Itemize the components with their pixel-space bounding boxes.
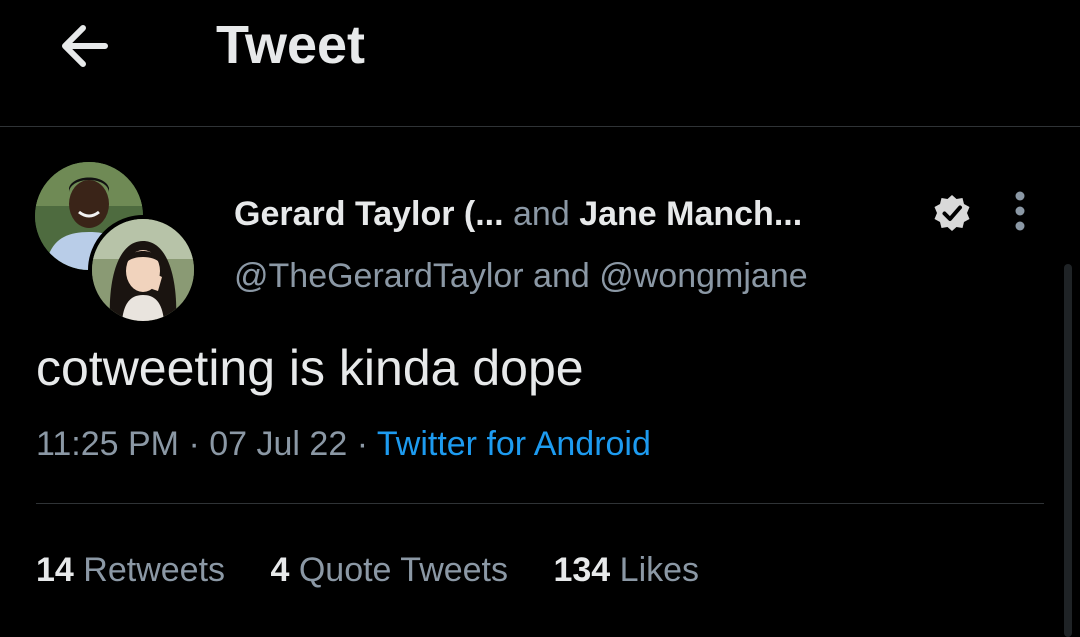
stat-likes[interactable]: 134 Likes [553,548,699,592]
retweet-label: Retweets [83,551,226,589]
tweet-source-link[interactable]: Twitter for Android [377,425,651,463]
meta-separator: · [188,425,200,463]
scrollbar[interactable] [1064,264,1072,637]
quote-tweet-label: Quote Tweets [298,551,509,589]
avatar-image [92,219,194,321]
top-app-bar: Tweet [0,0,1080,127]
tweet-authors[interactable]: Gerard Taylor (... and Jane Manch... [234,192,802,236]
retweet-count: 14 [36,551,74,589]
author-handles[interactable]: @TheGerardTaylor and @wongmjane [234,254,808,298]
author-name-secondary[interactable]: Jane Manch... [579,195,802,233]
stat-quote-tweets[interactable]: 4 Quote Tweets [270,548,508,592]
meta-separator: · [356,425,369,463]
author-joiner: and [513,195,570,233]
tweet-time[interactable]: 11:25 PM [36,425,179,463]
tweet-stats: 14 Retweets 4 Quote Tweets 134 Likes [36,548,735,592]
tweet-text: cotweeting is kinda dope [36,340,584,396]
verified-badge-icon [934,195,970,231]
back-button[interactable] [56,20,112,72]
arrow-left-icon [62,25,108,67]
quote-tweet-count: 4 [270,551,290,589]
author-name-primary[interactable]: Gerard Taylor (... [234,195,504,233]
page-title: Tweet [216,15,366,75]
tweet-meta: 11:25 PM · 07 Jul 22 · Twitter for Andro… [36,422,651,466]
like-count: 134 [553,551,611,589]
tweet-date[interactable]: 07 Jul 22 [209,425,347,463]
avatar-jane-manchun[interactable] [88,215,198,325]
divider [36,503,1044,504]
more-vertical-icon[interactable] [1004,190,1036,234]
stat-retweets[interactable]: 14 Retweets [36,548,225,592]
like-label: Likes [619,551,700,589]
